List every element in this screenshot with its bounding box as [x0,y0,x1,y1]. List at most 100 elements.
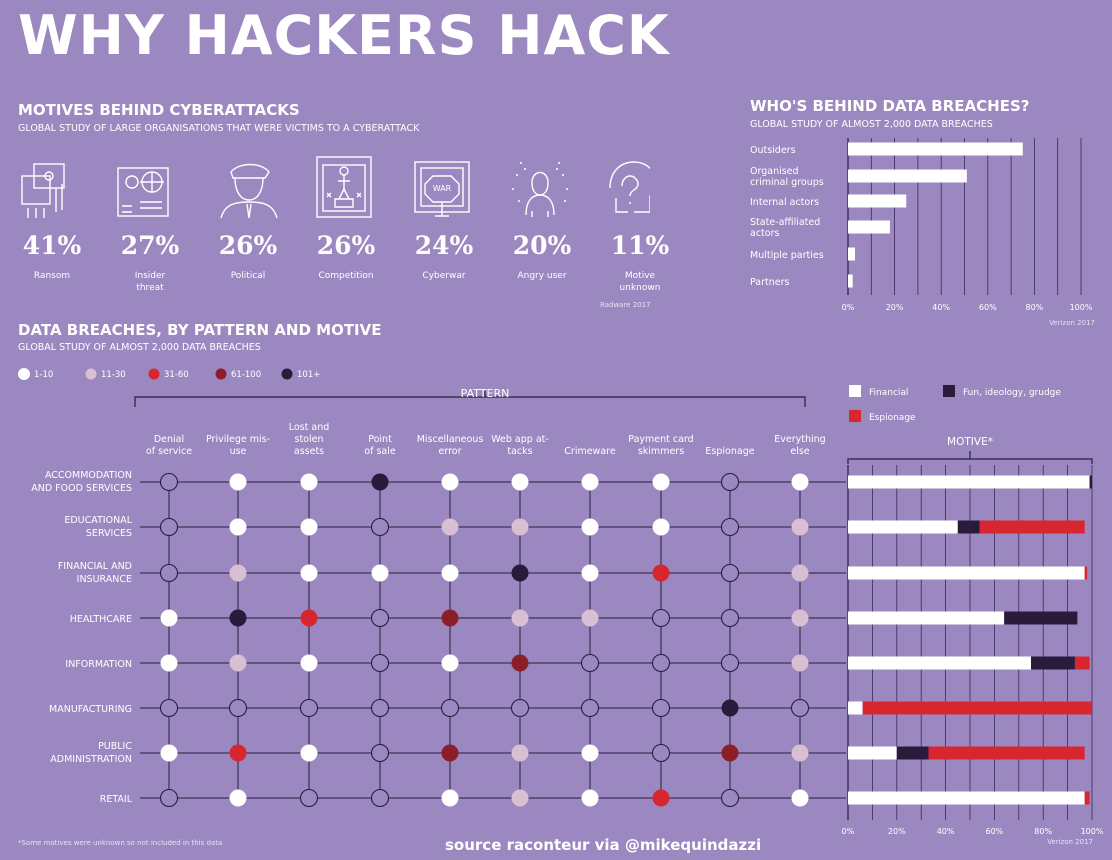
size-legend-label: 61-100 [231,370,261,380]
motive-pct-5: 20% [512,231,572,260]
matrix-dot [159,517,179,537]
matrix-dot [228,698,248,718]
matrix-dot [511,654,529,672]
matrix-dot [441,518,459,536]
pattern-header: skimmers [638,446,684,457]
pattern-header: tacks [507,446,532,457]
matrix-dot [652,789,670,807]
motive-bar-segment [1089,475,1092,489]
matrix-dot [370,517,390,537]
size-legend-swatch [148,368,160,380]
matrix-dot [651,608,671,628]
footnote: *Some motives were unknown so not includ… [18,839,223,847]
pattern-header: Lost and [289,422,330,433]
who-category-label: State-affiliated [750,217,820,228]
industry-label: FINANCIAL AND [58,561,132,572]
political-icon [220,163,278,219]
who-tick-label: 40% [932,303,950,312]
motive-bar-segment [848,656,1031,670]
matrix-dot [652,473,670,491]
matrix-dot [370,743,390,763]
motives-heading: MOTIVES BEHIND CYBERATTACKS [18,101,300,119]
pattern-header: else [790,446,809,457]
motive-legend-swatch [849,410,861,422]
who-category-label: Partners [750,277,790,288]
motive-legend-label: Financial [869,388,908,398]
matrix-dot [441,654,459,672]
who-tick-label: 0% [842,303,855,312]
matrix-dot [229,744,247,762]
motive-pct-6: 11% [610,231,670,260]
who-bar [848,142,1023,156]
matrix-dot [511,518,529,536]
motive-legend-swatch [849,385,861,397]
motive-bar-segment [848,701,863,715]
who-tick-label: 60% [979,303,997,312]
motive-icons: WAR [10,155,657,225]
matrix-dot [441,564,459,582]
matrix-dot [791,564,809,582]
cyberwar-icon: WAR [414,161,470,217]
pattern-header: Miscellaneous [417,434,484,445]
matrix-dot [159,563,179,583]
matrix-dot [371,473,389,491]
breaches-heading: DATA BREACHES, BY PATTERN AND MOTIVE [18,321,382,339]
matrix-dot [511,609,529,627]
motive-label: MOTIVE* [947,436,993,448]
industry-label: EDUCATIONAL [64,515,132,526]
motive-bar-segment [1084,566,1088,580]
breach-matrix: 1-10 11-30 31-60 61-100 101+PATTERNDenialof … [18,368,1104,846]
industry-label: RETAIL [100,794,133,805]
motive-label-2: Political [230,271,266,281]
motive-bar-segment [928,746,1085,760]
matrix-dot [371,564,389,582]
matrix-dot [720,788,740,808]
pattern-header: Privilege mis- [206,434,270,445]
matrix-dot [370,653,390,673]
who-subheading: GLOBAL STUDY OF ALMOST 2,000 DATA BREACH… [750,119,993,130]
motive-legend-label: Espionage [869,413,916,423]
matrix-dot [299,788,319,808]
motive-bar-segment [848,520,958,534]
matrix-dot [300,564,318,582]
motive-bar-segment [862,701,1092,715]
motive-label-4: Cyberwar [422,271,466,281]
pattern-header: Denial [154,434,184,445]
matrix-dot [651,653,671,673]
matrix-dot [721,744,739,762]
motive-bar-segment [1004,611,1078,625]
motive-pct-0: 41% [22,231,82,260]
motive-tick-label: 100% [1081,827,1104,836]
matrix-dot [440,698,460,718]
who-bar [848,194,907,208]
matrix-dot [229,654,247,672]
matrix-dot [441,609,459,627]
matrix-dot [652,518,670,536]
pattern-header: Espionage [705,446,754,457]
matrix-dot [370,788,390,808]
motive-bar-segment [1031,656,1075,670]
pattern-header: Everything [774,434,825,445]
matrix-dot [581,789,599,807]
matrix-dot [791,609,809,627]
matrix-dot [581,473,599,491]
motive-bar-segment [896,746,929,760]
motive-unknown-icon [609,161,657,213]
matrix-dot [580,653,600,673]
motive-legend-label: Fun, ideology, grudge [963,388,1061,398]
motive-bar-segment [1084,791,1090,805]
motive-bar-segment [1074,656,1090,670]
matrix-dot [159,472,179,492]
industry-label: INFORMATION [65,659,132,670]
who-tick-label: 100% [1070,303,1093,312]
size-legend-swatch [215,368,227,380]
who-bar [848,247,855,261]
matrix-dot [300,744,318,762]
motive-label-0: Ransom [33,271,71,281]
matrix-dot [791,473,809,491]
motive-label-3: Competition [318,271,374,281]
matrix-dot [720,608,740,628]
matrix-dot [300,654,318,672]
size-legend-label: 1-10 [34,370,53,380]
insider-icon [117,167,169,217]
